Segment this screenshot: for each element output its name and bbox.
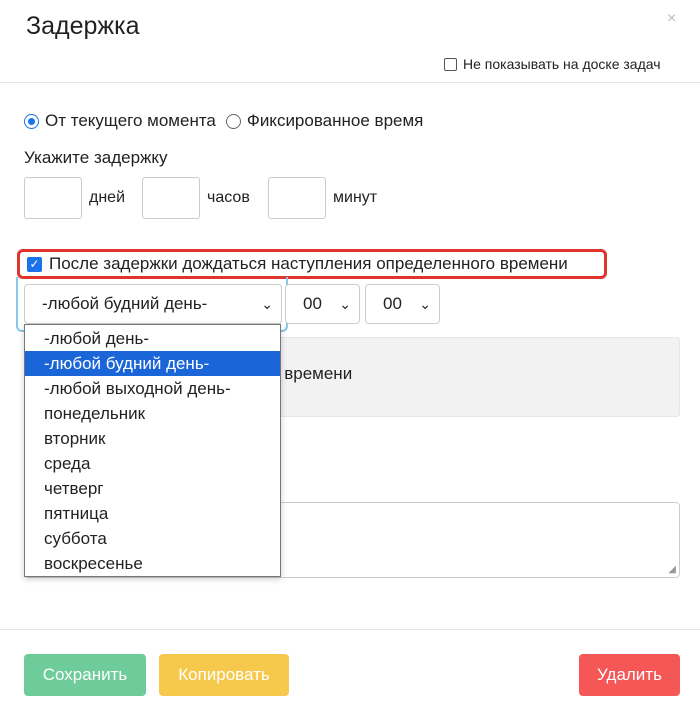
dropdown-option[interactable]: воскресенье — [25, 551, 280, 576]
hour-select[interactable]: 00 ⌄ — [285, 284, 360, 324]
minutes-unit: минут — [333, 189, 378, 206]
hours-input[interactable] — [142, 177, 200, 219]
radio-fixed-time[interactable]: Фиксированное время — [225, 111, 424, 131]
hide-on-board-checkbox[interactable] — [444, 57, 457, 71]
dropdown-option[interactable]: -любой выходной день- — [25, 376, 280, 401]
wait-checkbox[interactable]: ✓ — [27, 256, 42, 272]
copy-button[interactable]: Копировать — [159, 654, 289, 696]
minute-select-value: 00 — [383, 294, 402, 313]
resize-grip-icon[interactable]: ◢ — [668, 564, 676, 575]
delete-button[interactable]: Удалить — [579, 654, 680, 696]
days-input[interactable] — [24, 177, 82, 219]
radio-from-now-circle[interactable] — [24, 113, 39, 129]
dialog-title: Задержка — [26, 12, 140, 40]
hide-on-board-option[interactable]: Не показывать на доске задач — [444, 56, 661, 72]
radio-fixed-time-label: Фиксированное время — [246, 111, 424, 130]
hour-select-value: 00 — [303, 294, 322, 313]
dropdown-option[interactable]: среда — [25, 451, 280, 476]
dropdown-option[interactable]: -любой день- — [25, 326, 280, 351]
hours-unit: часов — [207, 189, 250, 206]
dropdown-option[interactable]: суббота — [25, 526, 280, 551]
chevron-down-icon: ⌄ — [339, 295, 351, 312]
chevron-down-icon: ⌄ — [419, 295, 431, 312]
delay-dialog: Задержка × Не показывать на доске задач … — [0, 0, 700, 717]
days-unit: дней — [89, 189, 126, 206]
radio-from-now-label: От текущего момента — [45, 111, 216, 130]
mode-radio-group: От текущего момента Фиксированное время — [24, 111, 433, 131]
minute-select[interactable]: 00 ⌄ — [365, 284, 440, 324]
chevron-down-icon: ⌄ — [261, 295, 273, 312]
save-button[interactable]: Сохранить — [24, 654, 146, 696]
day-select[interactable]: -любой будний день- ⌄ — [24, 284, 282, 324]
radio-fixed-time-circle[interactable] — [225, 113, 241, 129]
minutes-input[interactable] — [268, 177, 326, 219]
wait-checkbox-label: После задержки дождаться наступления опр… — [49, 254, 568, 273]
dropdown-option[interactable]: четверг — [25, 476, 280, 501]
day-select-value: -любой будний день- — [42, 294, 208, 313]
hide-on-board-label: Не показывать на доске задач — [463, 56, 661, 72]
delay-label: Укажите задержку — [24, 148, 168, 167]
footer-divider — [0, 629, 700, 630]
radio-from-now[interactable]: От текущего момента — [24, 111, 216, 131]
day-dropdown-list: -любой день- -любой будний день- -любой … — [24, 324, 281, 577]
dropdown-option-selected[interactable]: -любой будний день- — [25, 351, 280, 376]
info-panel-text: и времени — [270, 364, 353, 383]
wait-until-time-option[interactable]: ✓ После задержки дождаться наступления о… — [17, 249, 607, 279]
header-divider — [0, 82, 700, 83]
close-icon[interactable]: × — [667, 10, 676, 28]
dropdown-option[interactable]: пятница — [25, 501, 280, 526]
dropdown-option[interactable]: понедельник — [25, 401, 280, 426]
dropdown-option[interactable]: вторник — [25, 426, 280, 451]
